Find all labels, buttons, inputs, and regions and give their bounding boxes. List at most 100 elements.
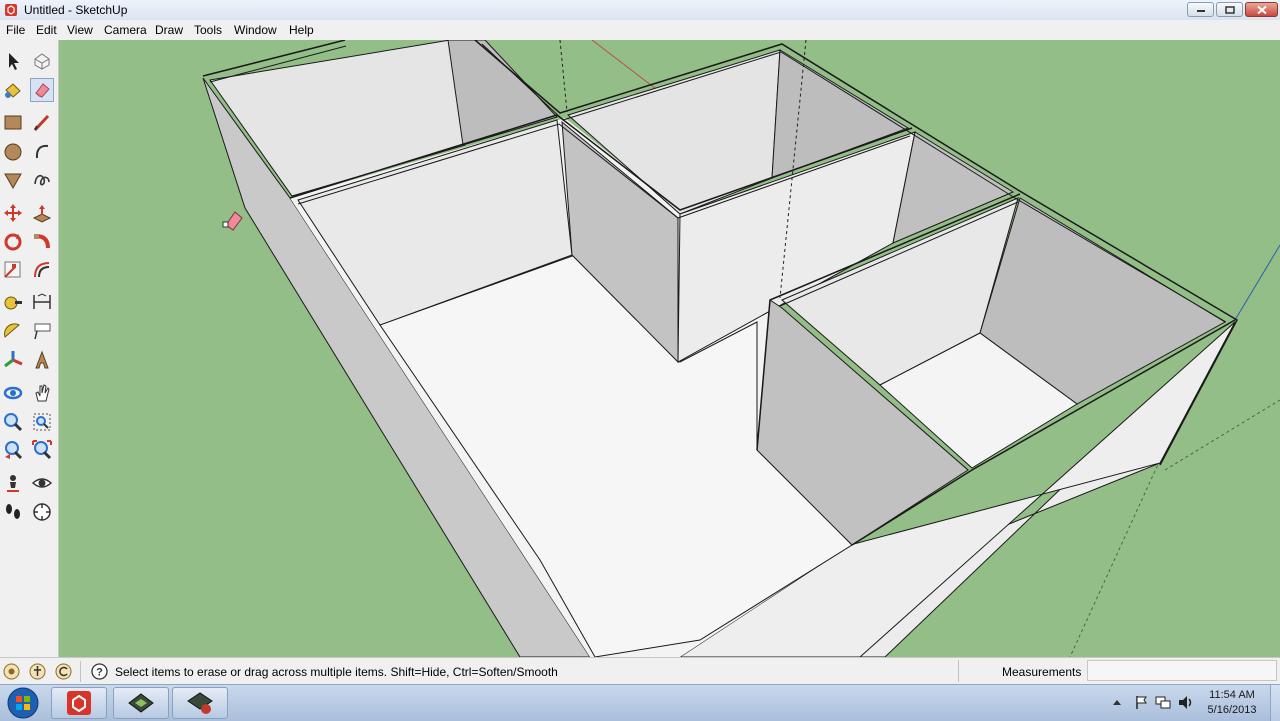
menu-tools[interactable]: Tools bbox=[194, 23, 222, 37]
layout-taskbar-icon bbox=[128, 693, 154, 713]
zoom-window-icon bbox=[33, 413, 51, 431]
tape-measure-icon bbox=[4, 296, 22, 310]
section-plane-button[interactable] bbox=[30, 500, 54, 524]
style-builder-taskbar-icon bbox=[187, 692, 213, 714]
sketchup-taskbar-button[interactable] bbox=[51, 687, 107, 719]
clock-time[interactable]: 11:54 AM bbox=[1196, 689, 1268, 701]
zoom-extents-button[interactable] bbox=[30, 438, 54, 462]
menu-draw[interactable]: Draw bbox=[155, 23, 183, 37]
maximize-button[interactable] bbox=[1216, 2, 1243, 17]
action-center-flag-icon[interactable] bbox=[1134, 695, 1148, 710]
geo-location-icon[interactable] bbox=[3, 663, 20, 680]
3d-text-icon bbox=[35, 350, 49, 369]
blue-axis-line bbox=[1234, 244, 1280, 321]
arc-icon bbox=[35, 144, 49, 159]
title-bar: Untitled - SketchUp bbox=[0, 0, 1280, 21]
push-pull-button[interactable] bbox=[30, 201, 54, 225]
zoom-button[interactable] bbox=[1, 410, 25, 434]
red-axis-line bbox=[591, 40, 661, 93]
dimension-button[interactable] bbox=[30, 290, 54, 314]
help-icon[interactable]: ? bbox=[91, 663, 108, 680]
menu-file[interactable]: File bbox=[6, 23, 25, 37]
look-around-button[interactable] bbox=[30, 471, 54, 495]
eraser-button[interactable] bbox=[30, 78, 54, 102]
svg-text:?: ? bbox=[96, 667, 103, 679]
offset-button[interactable] bbox=[30, 258, 54, 282]
zoom-extents-icon bbox=[32, 440, 52, 460]
orbit-button[interactable] bbox=[1, 381, 25, 405]
credits-icon[interactable] bbox=[29, 663, 46, 680]
measurements-label: Measurements bbox=[1002, 665, 1082, 679]
position-camera-button[interactable] bbox=[1, 471, 25, 495]
rotate-button[interactable] bbox=[1, 230, 25, 254]
select-tool-button[interactable] bbox=[1, 49, 25, 73]
walk-icon bbox=[6, 504, 20, 519]
menu-view[interactable]: View bbox=[67, 23, 93, 37]
paint-bucket-button[interactable] bbox=[1, 78, 25, 102]
system-tray bbox=[1108, 693, 1198, 713]
menu-window[interactable]: Window bbox=[234, 23, 277, 37]
large-tool-set bbox=[0, 40, 59, 657]
follow-me-icon bbox=[34, 234, 50, 249]
measurements-divider bbox=[958, 660, 959, 682]
sketchup-app-icon bbox=[5, 4, 17, 16]
circle-button[interactable] bbox=[1, 139, 25, 163]
freehand-button[interactable] bbox=[30, 168, 54, 192]
follow-me-button[interactable] bbox=[30, 230, 54, 254]
walk-button[interactable] bbox=[1, 500, 25, 524]
menu-camera[interactable]: Camera bbox=[104, 23, 147, 37]
text-button[interactable] bbox=[30, 319, 54, 343]
show-desktop-button[interactable] bbox=[1270, 685, 1280, 721]
close-button[interactable] bbox=[1245, 2, 1278, 17]
arc-button[interactable] bbox=[30, 139, 54, 163]
menu-bar: File Edit View Camera Draw Tools Window … bbox=[0, 20, 1280, 40]
rotate-icon bbox=[4, 233, 22, 251]
scale-button[interactable] bbox=[1, 258, 25, 282]
make-component-button[interactable] bbox=[30, 49, 54, 73]
polygon-button[interactable] bbox=[1, 168, 25, 192]
measurements-input[interactable] bbox=[1087, 660, 1277, 681]
rectangle-icon bbox=[4, 115, 22, 130]
rectangle-button[interactable] bbox=[1, 110, 25, 134]
line-icon bbox=[33, 114, 50, 132]
clock-date[interactable]: 5/16/2013 bbox=[1196, 704, 1268, 716]
status-bar: ? Select items to erase or drag across m… bbox=[0, 657, 1280, 685]
model-viewport[interactable] bbox=[59, 40, 1280, 657]
move-button[interactable] bbox=[1, 201, 25, 225]
menu-edit[interactable]: Edit bbox=[36, 23, 57, 37]
minimize-icon bbox=[1196, 9, 1205, 12]
minimize-button[interactable] bbox=[1187, 2, 1214, 17]
circle-icon bbox=[4, 143, 22, 161]
protractor-button[interactable] bbox=[1, 319, 25, 343]
menu-help[interactable]: Help bbox=[289, 23, 314, 37]
window-title: Untitled - SketchUp bbox=[24, 3, 128, 17]
3d-text-button[interactable] bbox=[30, 348, 54, 372]
dimension-icon bbox=[33, 293, 51, 309]
network-icon[interactable] bbox=[1155, 695, 1171, 710]
pan-icon bbox=[35, 384, 50, 402]
house-floor-plan-model bbox=[202, 40, 1280, 657]
axes-icon bbox=[4, 351, 23, 368]
pan-button[interactable] bbox=[30, 381, 54, 405]
windows-taskbar: 11:54 AM 5/16/2013 bbox=[0, 684, 1280, 721]
close-icon bbox=[1256, 5, 1267, 14]
scale-icon bbox=[4, 261, 21, 278]
show-hidden-icons-icon[interactable] bbox=[1112, 697, 1122, 707]
eraser-icon bbox=[35, 83, 50, 98]
layout-taskbar-button[interactable] bbox=[113, 687, 169, 719]
sign-in-icon[interactable] bbox=[55, 663, 72, 680]
windows-start-orb-icon[interactable] bbox=[4, 686, 42, 720]
volume-icon[interactable] bbox=[1178, 695, 1194, 710]
previous-view-button[interactable] bbox=[1, 438, 25, 462]
offset-icon bbox=[34, 262, 50, 278]
axes-button[interactable] bbox=[1, 348, 25, 372]
zoom-window-button[interactable] bbox=[30, 410, 54, 434]
push-pull-icon bbox=[32, 205, 52, 223]
orbit-icon bbox=[3, 386, 23, 400]
text-icon bbox=[34, 323, 51, 340]
zoom-icon bbox=[4, 413, 23, 432]
status-divider bbox=[80, 661, 81, 682]
line-button[interactable] bbox=[30, 110, 54, 134]
style-builder-taskbar-button[interactable] bbox=[172, 687, 228, 719]
tape-measure-button[interactable] bbox=[1, 290, 25, 314]
